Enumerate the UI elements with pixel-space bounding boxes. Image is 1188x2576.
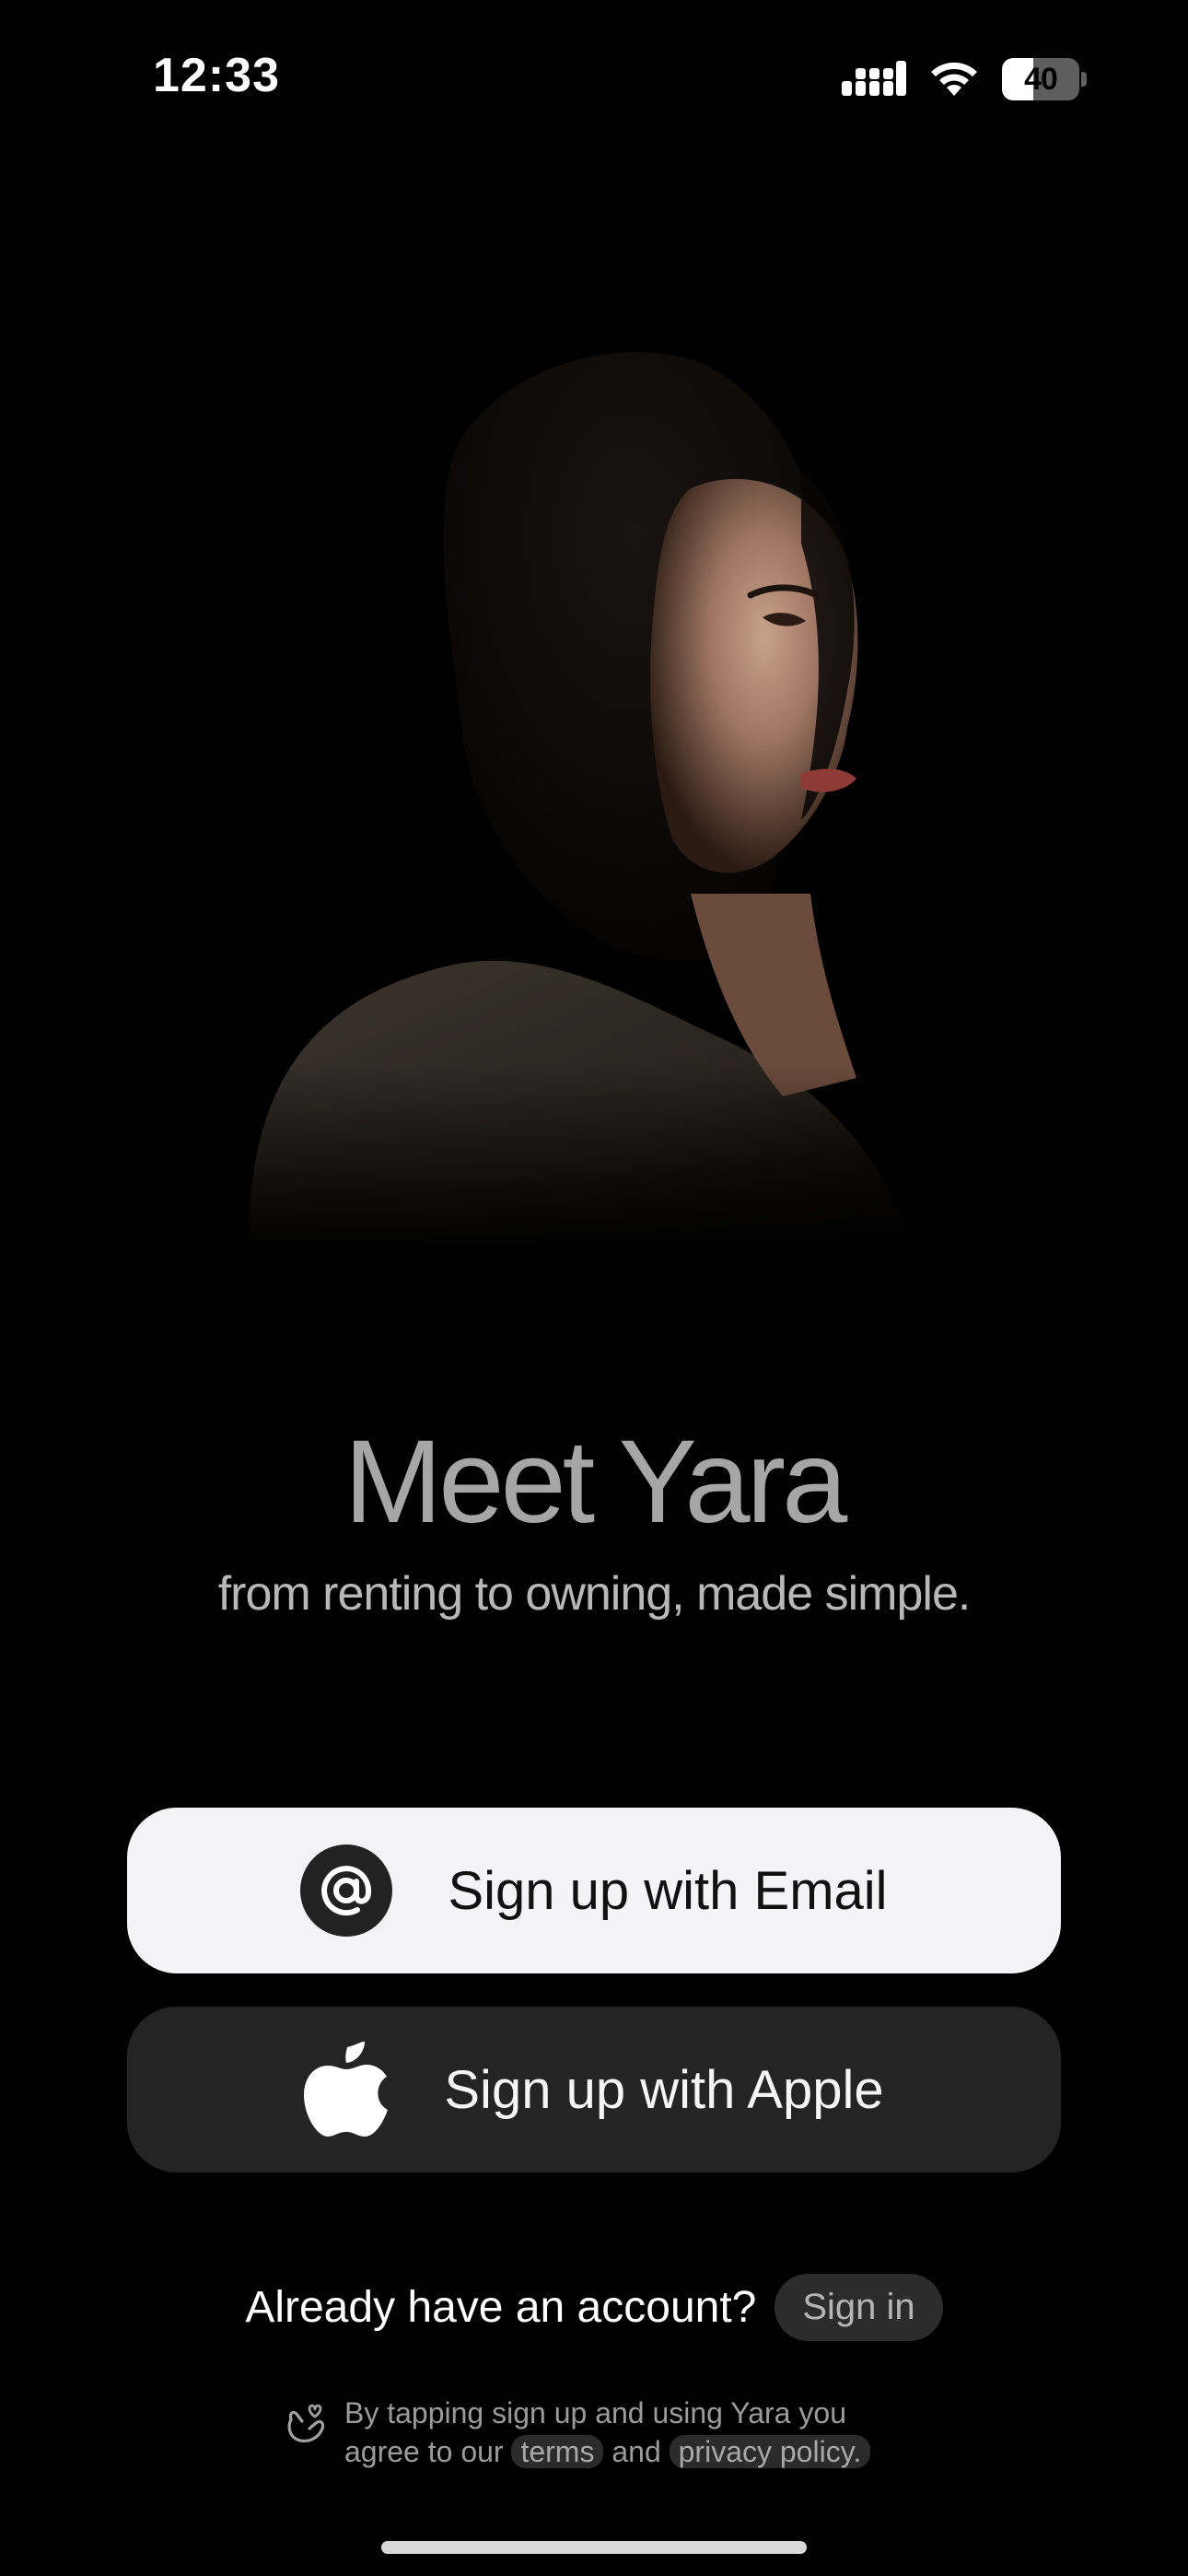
status-icons: 40 [842,53,1087,105]
wifi-icon [931,62,977,96]
heart-hand-icon [287,2404,325,2443]
page-title: Meet Yara [344,1416,848,1548]
home-indicator[interactable] [381,2541,807,2554]
legal-line-1: By tapping sign up and using Yara you [344,2396,846,2430]
sign-up-apple-label: Sign up with Apple [444,2059,884,2120]
hero-portrait [212,304,1004,1253]
sign-in-button[interactable]: Sign in [775,2274,943,2341]
status-bar: 12:33 40 [0,0,1188,157]
at-icon [300,1844,393,1937]
sign-in-question: Already have an account? [245,2283,757,2332]
battery-icon: 40 [1002,58,1087,100]
battery-percentage: 40 [1024,61,1058,97]
sign-up-email-label: Sign up with Email [448,1860,888,1921]
apple-icon [304,2042,389,2137]
status-time: 12:33 [153,49,280,102]
tagline: from renting to owning, made simple. [217,1567,972,1621]
legal-text: By tapping sign up and using Yara you ag… [344,2394,871,2471]
sign-up-email-button[interactable]: Sign up with Email [127,1808,1061,1973]
legal-line-2: agree to our terms and privacy policy. [344,2432,871,2471]
legal-notice: By tapping sign up and using Yara you ag… [282,2394,871,2471]
legal-and: and [611,2435,661,2468]
signal-icon [842,61,906,96]
terms-link[interactable]: terms [511,2435,604,2468]
sign-up-apple-button[interactable]: Sign up with Apple [127,2007,1061,2172]
privacy-policy-link[interactable]: privacy policy. [669,2435,871,2468]
sign-in-row: Already have an account? Sign in [0,2274,1188,2341]
legal-prefix: agree to our [344,2435,504,2468]
